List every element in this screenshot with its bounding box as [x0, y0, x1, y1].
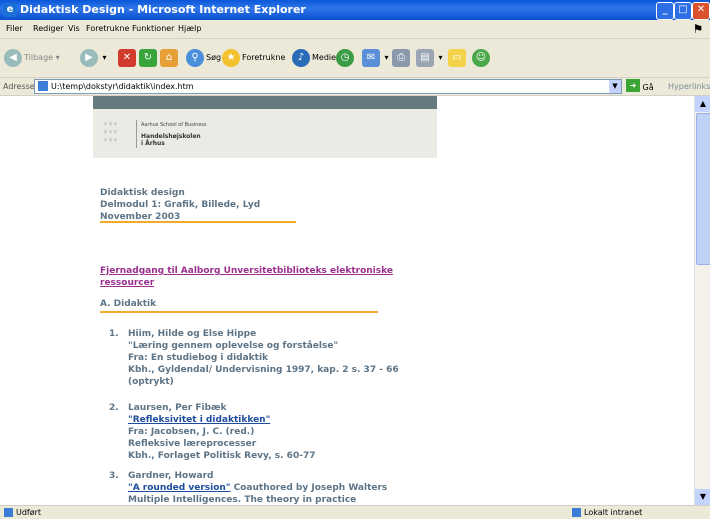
- history-button[interactable]: ◷: [336, 47, 356, 69]
- course-divider: [100, 221, 296, 223]
- page-done-icon: [4, 508, 13, 517]
- address-bar: Adresse U:\temp\dokstyr\didaktik\index.h…: [0, 78, 710, 96]
- menu-funktioner[interactable]: Funktioner: [132, 20, 174, 38]
- window-title: Didaktisk Design - Microsoft Internet Ex…: [20, 3, 306, 16]
- edit-button[interactable]: ▤ ▾: [416, 47, 443, 69]
- scroll-thumb[interactable]: [696, 113, 710, 265]
- star-icon: ★: [222, 48, 240, 67]
- remote-access-link[interactable]: Fjernadgang til Aalborg Unversitetbiblio…: [100, 265, 400, 289]
- media-icon: ♪: [292, 48, 310, 67]
- page-viewport: ⁘⁙⁘ ⁙⁘⁙ ⁘⁙⁘ Aarhus School of Business Hand…: [0, 96, 694, 505]
- print-button[interactable]: ⎙: [392, 47, 412, 69]
- page-icon: [38, 81, 48, 91]
- maximize-button[interactable]: □: [674, 2, 692, 20]
- stop-icon: ✕: [118, 48, 136, 67]
- address-label: Adresse: [3, 82, 35, 91]
- scroll-down-icon[interactable]: ▼: [695, 489, 710, 505]
- status-done: Udført: [4, 506, 41, 519]
- favorites-button[interactable]: ★ Foretrukne: [222, 47, 285, 69]
- school-logo-icon: ⁘⁙⁘ ⁙⁘⁙ ⁘⁙⁘: [103, 121, 119, 144]
- school-name-danish: Handelshøjskolen: [141, 133, 201, 140]
- forward-button[interactable]: ▶ ▾: [80, 47, 107, 69]
- menu-rediger[interactable]: Rediger: [33, 20, 64, 38]
- mail-icon: ✉: [362, 48, 380, 67]
- reference-link[interactable]: "A rounded version": [128, 483, 230, 493]
- minimize-button[interactable]: _: [656, 2, 674, 20]
- ie-icon: e: [3, 3, 17, 17]
- address-url: U:\temp\dokstyr\didaktik\index.htm: [51, 82, 194, 91]
- school-name-english: Aarhus School of Business: [141, 122, 207, 128]
- messenger-button[interactable]: ☺: [472, 47, 492, 69]
- back-button[interactable]: ◀ Tilbage ▾: [4, 47, 60, 69]
- section-divider: [100, 311, 378, 313]
- back-arrow-icon: ◀: [4, 48, 22, 67]
- links-button[interactable]: Hyperlinks: [668, 78, 710, 95]
- search-icon: ⚲: [186, 48, 204, 67]
- menu-foretrukne[interactable]: Foretrukne: [86, 20, 129, 38]
- menu-bar: Filer Rediger Vis Foretrukne Funktioner …: [0, 20, 710, 39]
- home-icon: ⌂: [160, 48, 178, 67]
- address-input[interactable]: U:\temp\dokstyr\didaktik\index.htm ▼: [34, 79, 622, 94]
- go-button[interactable]: ➜ Gå: [626, 79, 654, 96]
- status-zone: Lokalt intranet: [572, 506, 642, 519]
- search-button[interactable]: ⚲ Søg: [186, 47, 221, 69]
- course-module: Delmodul 1: Grafik, Billede, Lyd: [100, 200, 261, 210]
- school-name-city: i Århus: [141, 140, 165, 147]
- print-icon: ⎙: [392, 48, 410, 67]
- refresh-button[interactable]: ↻: [139, 47, 159, 69]
- course-info: Didaktisk design Delmodul 1: Grafik, Bil…: [100, 187, 260, 223]
- course-title: Didaktisk design: [100, 188, 185, 198]
- messenger-icon: ☺: [472, 48, 490, 67]
- menu-filer[interactable]: Filer: [6, 20, 23, 38]
- toolbar: ◀ Tilbage ▾ ▶ ▾ ✕ ↻ ⌂ ⚲ Søg ★ Foretrukne ♪ M…: [0, 39, 710, 78]
- close-button[interactable]: ✕: [692, 2, 710, 20]
- school-header: ⁘⁙⁘ ⁙⁘⁙ ⁘⁙⁘ Aarhus School of Business Hand…: [93, 96, 437, 158]
- forward-arrow-icon: ▶: [80, 48, 98, 67]
- stop-button[interactable]: ✕: [118, 47, 138, 69]
- reference-link[interactable]: "Refleksivitet i didaktikken": [128, 415, 270, 425]
- menu-vis[interactable]: Vis: [68, 20, 80, 38]
- home-button[interactable]: ⌂: [160, 47, 180, 69]
- refresh-icon: ↻: [139, 48, 157, 67]
- section-heading: A. Didaktik: [100, 299, 157, 309]
- history-icon: ◷: [336, 48, 354, 67]
- discuss-button[interactable]: ▭: [448, 47, 468, 69]
- mail-button[interactable]: ✉ ▾: [362, 47, 389, 69]
- scroll-up-icon[interactable]: ▲: [695, 96, 710, 112]
- edit-icon: ▤: [416, 48, 434, 67]
- address-dropdown-icon[interactable]: ▼: [609, 80, 621, 93]
- intranet-icon: [572, 508, 581, 517]
- header-band: [93, 96, 437, 109]
- logo-divider: [136, 120, 137, 148]
- go-arrow-icon: ➜: [626, 79, 640, 92]
- status-bar: Udført Lokalt intranet: [0, 505, 710, 519]
- folder-icon: ▭: [448, 48, 466, 67]
- vertical-scrollbar[interactable]: ▲ ▼: [694, 96, 710, 505]
- menu-hjaelp[interactable]: Hjælp: [178, 20, 201, 38]
- media-button[interactable]: ♪ Medier: [292, 47, 339, 69]
- windows-logo-icon: ⚑: [692, 22, 704, 36]
- title-bar: e Didaktisk Design - Microsoft Internet …: [0, 0, 710, 20]
